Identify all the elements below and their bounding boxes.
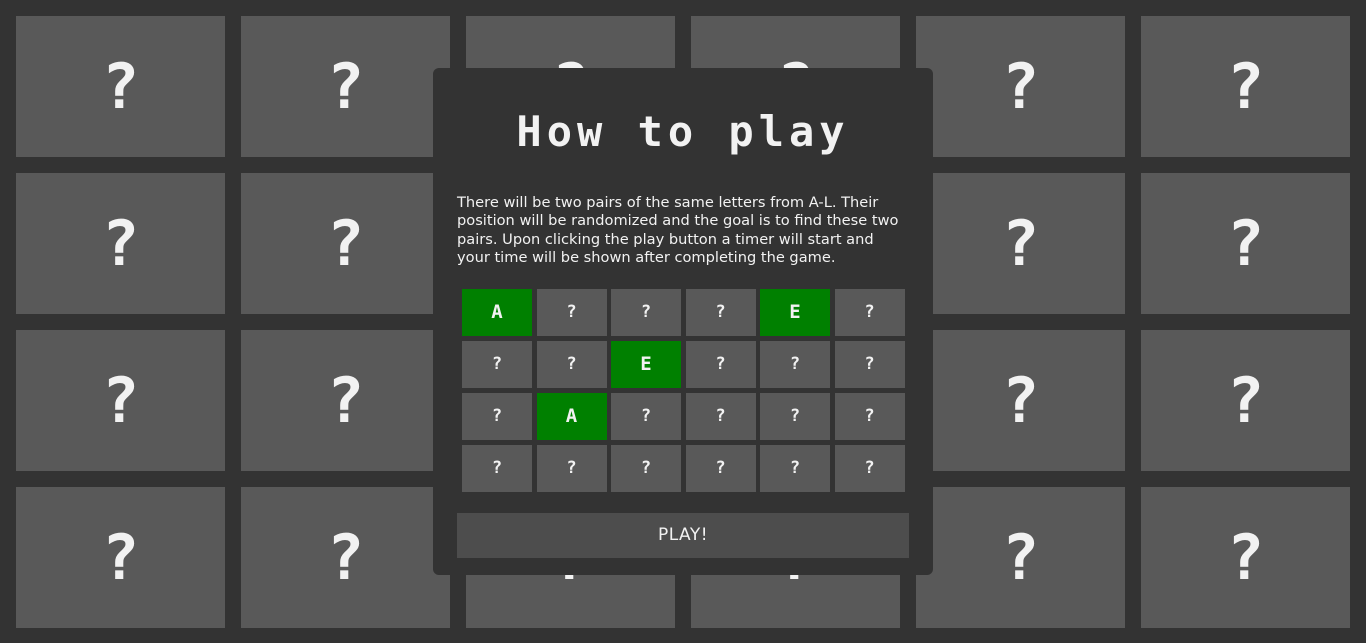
memory-card[interactable]: ? bbox=[916, 330, 1125, 471]
memory-card[interactable]: ? bbox=[16, 16, 225, 157]
memory-card[interactable]: ? bbox=[916, 173, 1125, 314]
memory-card[interactable]: ? bbox=[1141, 487, 1350, 628]
example-card-hidden: ? bbox=[462, 340, 532, 388]
modal-description: There will be two pairs of the same lett… bbox=[457, 194, 899, 267]
example-card-hidden: ? bbox=[685, 340, 756, 388]
example-card-hidden: ? bbox=[536, 340, 607, 388]
memory-card[interactable]: ? bbox=[1141, 16, 1350, 157]
memory-card[interactable]: ? bbox=[916, 16, 1125, 157]
memory-card[interactable]: ? bbox=[16, 330, 225, 471]
example-card-hidden: ? bbox=[462, 392, 532, 440]
memory-card[interactable]: ? bbox=[916, 487, 1125, 628]
example-card-hidden: ? bbox=[611, 444, 681, 492]
example-card-hidden: ? bbox=[462, 444, 532, 492]
memory-card[interactable]: ? bbox=[241, 330, 450, 471]
example-card-hidden: ? bbox=[760, 340, 830, 388]
example-card-revealed: A bbox=[462, 288, 532, 336]
memory-card[interactable]: ? bbox=[241, 487, 450, 628]
example-card-hidden: ? bbox=[834, 288, 905, 336]
example-card-hidden: ? bbox=[834, 392, 905, 440]
memory-card[interactable]: ? bbox=[16, 173, 225, 314]
memory-card[interactable]: ? bbox=[241, 173, 450, 314]
example-card-hidden: ? bbox=[611, 288, 681, 336]
example-card-revealed: E bbox=[760, 288, 830, 336]
memory-card[interactable]: ? bbox=[241, 16, 450, 157]
example-card-hidden: ? bbox=[685, 288, 756, 336]
example-card-revealed: A bbox=[536, 392, 607, 440]
modal-title: How to play bbox=[516, 107, 850, 156]
memory-card[interactable]: ? bbox=[1141, 173, 1350, 314]
example-card-hidden: ? bbox=[760, 392, 830, 440]
example-card-hidden: ? bbox=[685, 392, 756, 440]
example-card-revealed: E bbox=[611, 340, 681, 388]
example-card-hidden: ? bbox=[760, 444, 830, 492]
example-card-hidden: ? bbox=[834, 444, 905, 492]
example-card-hidden: ? bbox=[536, 288, 607, 336]
memory-card[interactable]: ? bbox=[16, 487, 225, 628]
memory-card[interactable]: ? bbox=[1141, 330, 1350, 471]
play-button[interactable]: PLAY! bbox=[457, 512, 909, 558]
example-card-hidden: ? bbox=[685, 444, 756, 492]
example-card-hidden: ? bbox=[611, 392, 681, 440]
example-card-hidden: ? bbox=[536, 444, 607, 492]
example-card-hidden: ? bbox=[834, 340, 905, 388]
how-to-play-modal: How to play There will be two pairs of t… bbox=[433, 68, 933, 575]
example-grid: A??? E??? E???? A?????????? bbox=[462, 288, 909, 492]
